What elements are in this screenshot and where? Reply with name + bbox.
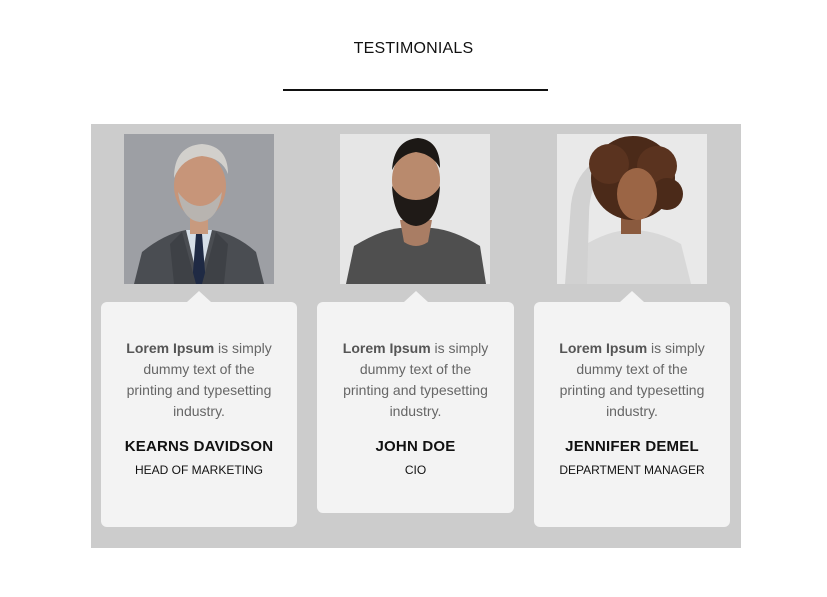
portrait-man-beard-image [340, 134, 490, 284]
section-title: TESTIMONIALS [353, 40, 474, 57]
quote-highlight: Lorem Ipsum [126, 340, 215, 356]
testimonial-role: HEAD OF MARKETING [134, 463, 263, 477]
avatar [124, 134, 274, 284]
quote-highlight: Lorem Ipsum [559, 340, 648, 356]
card-pointer [620, 291, 644, 302]
quote-highlight: Lorem Ipsum [342, 340, 431, 356]
testimonial-quote: Lorem Ipsum is simply dummy text of the … [341, 338, 491, 422]
testimonials-panel: Lorem Ipsum is simply dummy text of the … [91, 124, 741, 548]
avatar [340, 134, 490, 284]
card-pointer [187, 291, 211, 302]
title-underline [283, 89, 548, 91]
portrait-man-suit-image [124, 134, 274, 284]
testimonial-name: JOHN DOE [375, 438, 456, 455]
card-pointer [403, 291, 428, 302]
testimonial-role: DEPARTMENT MANAGER [559, 463, 705, 477]
testimonial-name: KEARNS DAVIDSON [124, 438, 274, 455]
testimonial-quote: Lorem Ipsum is simply dummy text of the … [124, 338, 274, 422]
testimonials-page: TESTIMONIALS Lorem Ipsum is simply dummy… [0, 0, 827, 597]
avatar [557, 134, 707, 284]
testimonial-quote-card: Lorem Ipsum is simply dummy text of the … [101, 291, 297, 527]
testimonial-role: CIO [404, 463, 427, 477]
testimonial-quote: Lorem Ipsum is simply dummy text of the … [557, 338, 707, 422]
testimonial-quote-card: Lorem Ipsum is simply dummy text of the … [317, 291, 514, 513]
testimonial-name: JENNIFER DEMEL [565, 438, 699, 455]
portrait-woman-curly-hair-image [557, 134, 707, 284]
testimonial-quote-card: Lorem Ipsum is simply dummy text of the … [534, 291, 730, 527]
